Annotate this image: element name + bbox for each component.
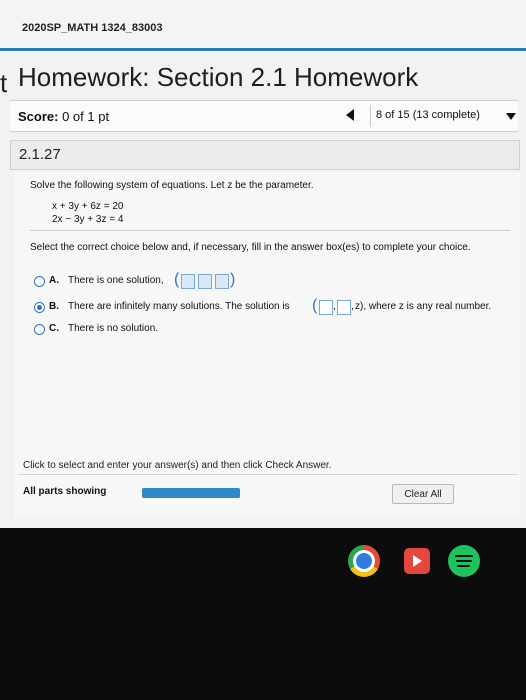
choice-a-x-box[interactable] (181, 274, 195, 289)
choice-c-radio[interactable] (34, 324, 45, 335)
choice-b-text: There are infinitely many solutions. The… (68, 301, 290, 312)
choice-a-text: There is one solution, (68, 275, 164, 286)
previous-question-icon[interactable] (346, 109, 354, 121)
browser-screen: 2020SP_MATH 1324_83003 t Homework: Secti… (0, 0, 526, 528)
question-number-bar: 2.1.27 (10, 140, 520, 170)
play-store-icon[interactable] (404, 548, 430, 574)
header-rule (0, 48, 526, 51)
taskbar (0, 528, 526, 700)
equation-1: x + 3y + 6z = 20 (52, 201, 124, 212)
select-instruction: Select the correct choice below and, if … (30, 242, 471, 253)
page-title: Homework: Section 2.1 Homework (18, 62, 419, 92)
choice-b[interactable]: B. There are infinitely many solutions. … (34, 297, 514, 318)
choice-b-y-box[interactable] (337, 300, 351, 315)
choice-a-y-box[interactable] (198, 274, 212, 289)
choice-a-radio[interactable] (34, 276, 45, 287)
parts-showing-label: All parts showing (23, 486, 107, 497)
choice-b-radio[interactable] (34, 302, 45, 313)
equation-2: 2x − 3y + 3z = 4 (52, 214, 124, 225)
choice-a[interactable]: A. There is one solution, ( ) (34, 271, 514, 292)
choice-a-open-paren: ( (174, 271, 180, 288)
score-label: Score: (18, 109, 59, 124)
choice-b-comma-2: , (351, 301, 354, 312)
question-number: 2.1.27 (19, 146, 61, 163)
choice-c[interactable]: C. There is no solution. (34, 322, 514, 340)
choice-c-letter: C. (49, 323, 59, 334)
choice-b-letter: B. (49, 301, 59, 312)
course-title[interactable]: 2020SP_MATH 1324_83003 (22, 22, 162, 34)
question-list-dropdown-icon[interactable] (506, 113, 516, 120)
score-value: 0 of 1 pt (62, 109, 110, 124)
choice-b-comma-1: , (333, 301, 336, 312)
choice-b-open-paren: ( (312, 297, 318, 314)
nav-divider (370, 105, 371, 127)
score: Score: 0 of 1 pt (18, 109, 109, 124)
clear-all-button[interactable]: Clear All (392, 484, 454, 504)
help-text: Click to select and enter your answer(s)… (23, 460, 332, 471)
question-progress[interactable]: 8 of 15 (13 complete) (376, 109, 480, 121)
parts-progress-fill (142, 488, 240, 498)
course-header: 2020SP_MATH 1324_83003 (0, 0, 526, 48)
spotify-icon[interactable] (448, 545, 480, 577)
parts-progress-bar (142, 488, 240, 498)
footer-divider (18, 474, 518, 475)
choice-a-letter: A. (49, 275, 59, 286)
score-bar: Score: 0 of 1 pt 8 of 15 (13 complete) (10, 100, 518, 132)
choice-b-suffix: z), where z is any real number. (355, 301, 492, 312)
choice-b-x-box[interactable] (319, 300, 333, 315)
question-instruction: Solve the following system of equations.… (30, 180, 314, 191)
panel-divider (30, 230, 510, 231)
chrome-icon[interactable] (348, 545, 380, 577)
choice-a-z-box[interactable] (215, 274, 229, 289)
choice-a-close-paren: ) (230, 271, 236, 288)
choice-c-text: There is no solution. (68, 323, 159, 334)
sidebar-edge-letter: t (0, 68, 8, 98)
